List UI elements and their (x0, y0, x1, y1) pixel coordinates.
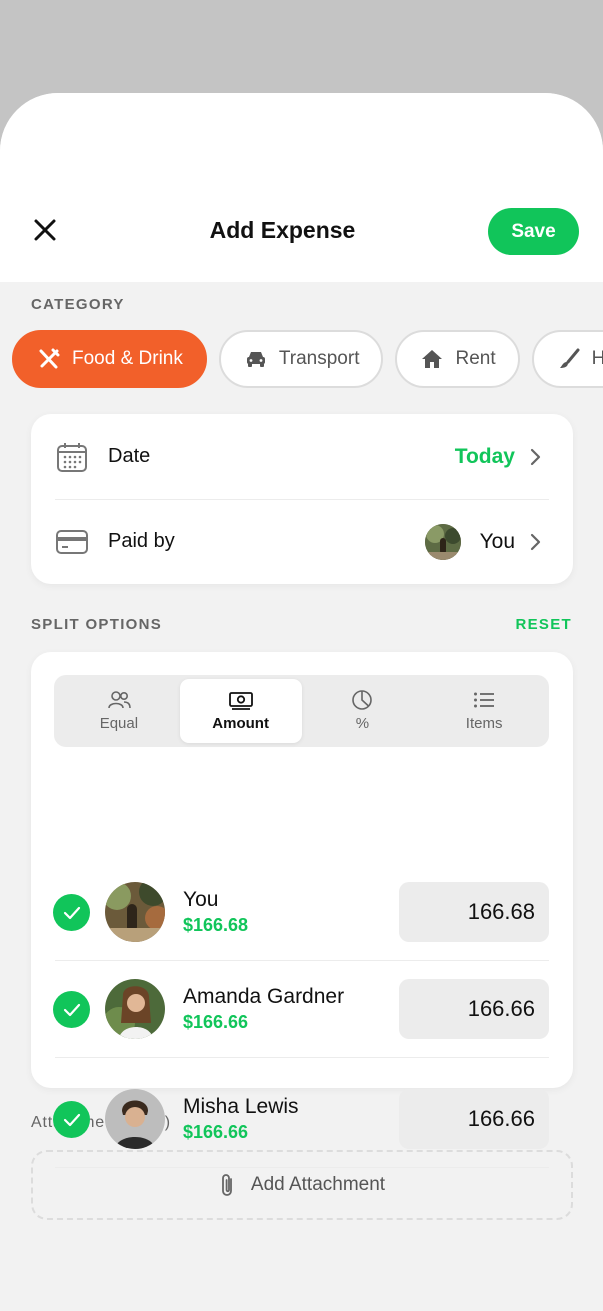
person-name: Misha Lewis (183, 1095, 299, 1118)
tab-items[interactable]: Items (423, 679, 545, 743)
fork-knife-icon (38, 348, 60, 370)
add-attachment-label: Add Attachment (250, 1174, 386, 1195)
chevron-right-icon (529, 447, 543, 467)
split-row: You $166.68 166.68 (31, 864, 573, 961)
split-mode-selector: Equal Amount % Items (54, 675, 549, 747)
chevron-right-icon (529, 532, 543, 552)
chip-label: Rent (455, 348, 496, 369)
checkbox[interactable] (53, 991, 90, 1028)
person-name: You (183, 888, 219, 911)
credit-card-icon (55, 525, 89, 559)
tab-equal[interactable]: Equal (58, 679, 180, 743)
check-icon (63, 1003, 80, 1016)
paid-by-value: You (479, 529, 515, 553)
split-row: Amanda Gardner $166.66 166.66 (31, 961, 573, 1058)
info-card: Date Today Paid by You (31, 414, 573, 584)
date-row[interactable]: Date Today (31, 414, 573, 499)
person-amount: $166.68 (183, 915, 249, 935)
tab-amount[interactable]: Amount (179, 679, 302, 743)
car-icon (245, 348, 267, 370)
check-icon (63, 906, 80, 919)
paid-by-row[interactable]: Paid by You (31, 499, 573, 584)
check-icon (63, 1113, 80, 1126)
chip-home[interactable]: Ho (531, 330, 603, 388)
chip-label: Ho (591, 348, 603, 369)
split-row: Misha Lewis $166.66 166.66 (31, 1071, 573, 1168)
chip-label: Transport (278, 348, 360, 369)
people-icon (107, 690, 131, 710)
chip-label: Food & Drink (72, 348, 183, 369)
split-row-content: Misha Lewis $166.66 166.66 (31, 1071, 573, 1168)
reset-button[interactable]: RESET (515, 616, 572, 633)
checkbox[interactable] (53, 1101, 90, 1138)
date-value: Today (454, 444, 515, 468)
amount-input[interactable]: 166.66 (399, 1089, 549, 1149)
avatar (105, 882, 165, 942)
person-amount: $166.66 (183, 1012, 249, 1032)
person-name: Amanda Gardner (183, 985, 345, 1008)
save-button[interactable]: Save (488, 208, 579, 255)
chip-food-drink[interactable]: Food & Drink (12, 330, 207, 388)
house-icon (421, 348, 443, 370)
tab-label: Equal (99, 715, 139, 732)
calendar-icon (55, 440, 89, 474)
amount-input[interactable]: 166.66 (399, 979, 549, 1039)
chip-rent[interactable]: Rent (395, 330, 520, 388)
paid-by-label: Paid by (108, 530, 175, 552)
brush-icon (558, 348, 580, 370)
cash-icon (228, 690, 253, 710)
split-options-label: SPLIT OPTIONS (31, 616, 163, 633)
avatar (105, 1089, 165, 1149)
avatar (425, 523, 461, 560)
category-label: CATEGORY (31, 296, 125, 313)
avatar (105, 979, 165, 1039)
split-card: Equal Amount % Items You $166.68 166.68 … (31, 652, 573, 1088)
person-amount: $166.66 (183, 1122, 249, 1142)
tab-label: Amount (212, 715, 269, 732)
paperclip-icon (222, 1174, 232, 1196)
chip-transport[interactable]: Transport (218, 330, 384, 388)
divider (55, 1167, 549, 1168)
checkbox[interactable] (53, 894, 90, 931)
tab-label: % (355, 715, 370, 732)
tab-label: Items (465, 715, 503, 732)
page-title: Add Expense (209, 217, 356, 243)
category-chips: Food & Drink Transport Rent H (12, 330, 603, 388)
tab-percent[interactable]: % (302, 679, 424, 743)
list-icon (472, 690, 496, 710)
pie-icon (350, 690, 374, 710)
date-label: Date (108, 445, 151, 467)
amount-input[interactable]: 166.68 (399, 882, 549, 942)
